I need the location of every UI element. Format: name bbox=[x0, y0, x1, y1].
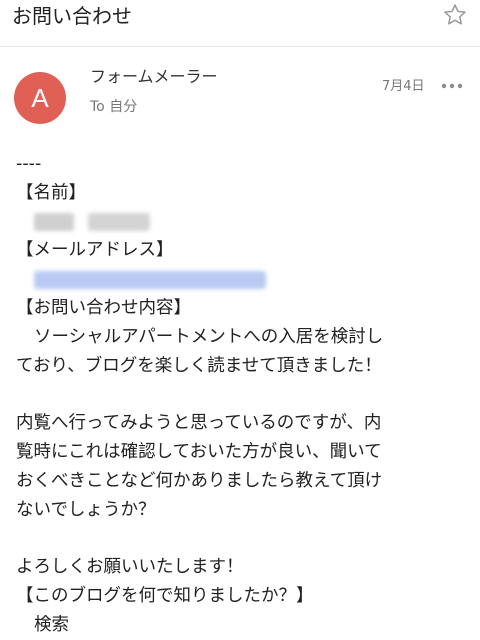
separator: ---- bbox=[16, 154, 42, 174]
message-date: 7月4日 bbox=[382, 79, 425, 94]
star-icon[interactable] bbox=[442, 2, 468, 28]
avatar[interactable]: A bbox=[14, 72, 66, 124]
redacted-name bbox=[16, 208, 383, 237]
message-header: A フォームメーラー To 自分 7月4日 bbox=[0, 56, 480, 136]
top-bar: お問い合わせ bbox=[0, 0, 480, 47]
body-text-line: おくべきことなど何かありましたら教えて頂け bbox=[16, 470, 383, 491]
more-options-icon[interactable] bbox=[440, 76, 464, 96]
body-text-line: ソーシャルアパートメントへの入居を検討し bbox=[34, 326, 384, 347]
inquiry-label: 【お問い合わせ内容】 bbox=[16, 297, 191, 318]
redacted-email bbox=[16, 265, 383, 294]
body-text-line: ないでしょうか？ bbox=[16, 499, 156, 520]
redacted-block bbox=[34, 212, 74, 231]
body-text-line: 覧時にこれは確認しておいた方が良い、聞いて bbox=[16, 441, 382, 462]
recipient-line[interactable]: To 自分 bbox=[90, 98, 137, 116]
email-subject: お問い合わせ bbox=[12, 4, 132, 28]
closing-line: よろしくお願いいたします！ bbox=[16, 557, 244, 578]
source-answer: 検索 bbox=[34, 614, 69, 635]
source-label: 【このブログを何で知りましたか？】 bbox=[16, 585, 314, 606]
redacted-block bbox=[88, 212, 150, 231]
email-label: 【メールアドレス】 bbox=[16, 240, 174, 261]
body-text-line: ており、ブログを楽しく読ませて頂きました！ bbox=[16, 355, 382, 376]
message-body: ---- 【名前】 【メールアドレス】 【お問い合わせ内容】 ソーシャルアパート… bbox=[16, 150, 383, 640]
sender-name[interactable]: フォームメーラー bbox=[90, 66, 218, 88]
name-label: 【名前】 bbox=[16, 182, 86, 203]
body-text-line: 内覧へ行ってみようと思っているのですが、内 bbox=[16, 413, 382, 434]
redacted-email-link bbox=[34, 270, 266, 289]
avatar-letter: A bbox=[31, 82, 49, 113]
